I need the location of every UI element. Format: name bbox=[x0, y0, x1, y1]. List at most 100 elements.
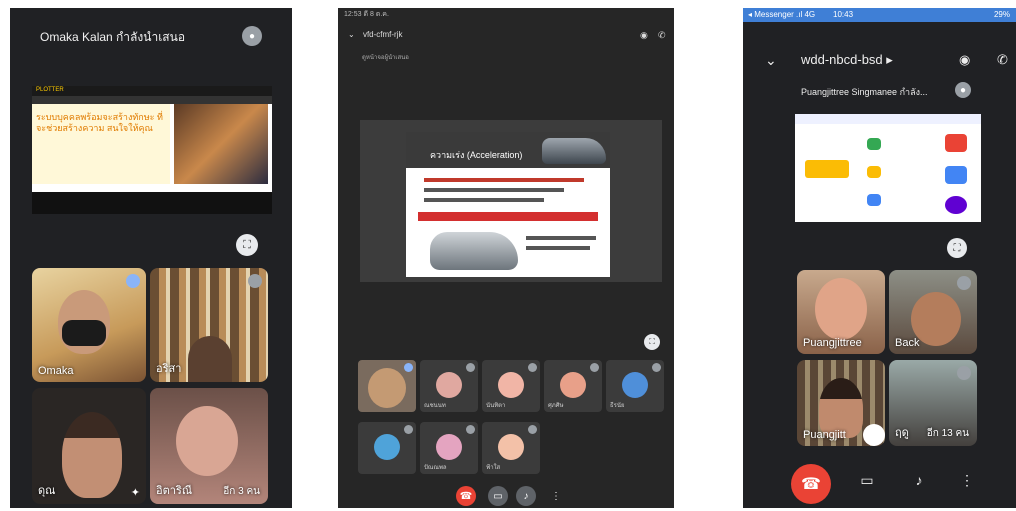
mic-button[interactable]: ♪ bbox=[516, 486, 536, 506]
mic-icon[interactable]: ♪ bbox=[907, 472, 931, 488]
mic-off-icon bbox=[957, 276, 971, 290]
self-view-avatar[interactable] bbox=[863, 424, 885, 446]
slide-highlight bbox=[418, 212, 598, 221]
status-left[interactable]: ◂ Messenger .ıl 4G bbox=[748, 10, 815, 19]
presenter-avatar: ● bbox=[955, 82, 971, 98]
expand-glyph: ⛶ bbox=[649, 337, 655, 346]
presenter-avatar: ● bbox=[242, 26, 262, 46]
status-bar: 12:53 ดี 8 ต.ค. bbox=[344, 11, 389, 18]
mask bbox=[62, 320, 106, 346]
presentation-slide: ความเร่ง (Acceleration) bbox=[406, 132, 610, 277]
site-nav bbox=[32, 96, 272, 104]
participant-name: ปัณณพล bbox=[424, 465, 447, 471]
video-button[interactable]: ▭ bbox=[488, 486, 508, 506]
screen-share[interactable] bbox=[795, 114, 981, 222]
car-image bbox=[542, 138, 606, 164]
speaker-icon[interactable]: ✆ bbox=[658, 30, 666, 41]
participant-tile[interactable]: ศุภศิษ bbox=[544, 360, 602, 412]
presenter-label: Omaka Kalan กำลังนำเสนอ bbox=[40, 30, 186, 44]
more-participants[interactable]: อีก 13 คน bbox=[927, 426, 969, 441]
camera-switch-icon[interactable]: ◉ bbox=[959, 52, 970, 68]
meet-screenshot-2: 12:53 ดี 8 ต.ค. ⌄ vfd-cfmf-rjk ◉ ✆ ดูหน้… bbox=[338, 8, 674, 508]
screen-share[interactable]: PLOTTER ระบบบุคคลพร้อมจะสร้างทักษะ ที่จะ… bbox=[32, 86, 272, 214]
meeting-code: vfd-cfmf-rjk bbox=[362, 30, 403, 39]
presenter-label: Puangjittree Singmanee กำลัง... bbox=[801, 87, 928, 97]
face bbox=[62, 412, 122, 498]
more-vert-icon[interactable]: ⋮ bbox=[955, 472, 979, 489]
more-participants[interactable]: อีก 3 คน bbox=[223, 484, 260, 499]
expand-icon[interactable]: ⛶ bbox=[947, 238, 967, 258]
mic-icon: ♪ bbox=[523, 490, 529, 502]
participant-avatar bbox=[622, 372, 648, 398]
participant-tile[interactable]: ธีรนัย bbox=[606, 360, 664, 412]
hangup-button[interactable]: ☎ bbox=[456, 486, 476, 506]
more-vert-icon: ⋮ bbox=[551, 490, 561, 502]
participant-avatar bbox=[374, 434, 400, 460]
expand-glyph: ⛶ bbox=[243, 238, 251, 251]
participant-tile[interactable] bbox=[358, 360, 416, 412]
participant-name: นันทิตา bbox=[486, 403, 506, 409]
presentation-label: ดูหน้าจอผู้นำเสนอ bbox=[362, 55, 409, 61]
participant-avatar bbox=[436, 372, 462, 398]
mic-off-icon bbox=[404, 425, 413, 434]
call-controls: ☎ ▭ ♪ ⋮ bbox=[743, 460, 1016, 508]
participant-tile[interactable]: นันทิตา bbox=[482, 360, 540, 412]
docs-icon bbox=[945, 166, 967, 184]
mic-off-icon bbox=[528, 425, 537, 434]
participant-tile[interactable]: อริสา bbox=[150, 268, 268, 382]
screen-share[interactable]: ความเร่ง (Acceleration) bbox=[360, 120, 662, 282]
participant-tile[interactable]: Puangjittree bbox=[797, 270, 885, 354]
speaking-icon bbox=[404, 363, 413, 372]
mic-off-icon bbox=[528, 363, 537, 372]
participant-tile[interactable]: ฤดู อีก 13 คน bbox=[889, 360, 977, 446]
participant-tile[interactable]: อิตาริณี อีก 3 คน bbox=[150, 388, 268, 504]
participant-tile[interactable] bbox=[358, 422, 416, 474]
participant-tile[interactable]: Omaka bbox=[32, 268, 146, 382]
participant-name: อริสา bbox=[156, 363, 182, 375]
slide-item bbox=[867, 194, 881, 206]
status-battery: 29% bbox=[993, 10, 1010, 19]
slide-item bbox=[867, 166, 881, 178]
camera-switch-icon[interactable]: ◉ bbox=[640, 30, 648, 41]
slide-text-line bbox=[424, 198, 544, 202]
participant-avatar bbox=[498, 434, 524, 460]
participant-tile[interactable]: ปัณณพล bbox=[420, 422, 478, 474]
participant-name: ฟ้าใส bbox=[486, 465, 501, 471]
status-time: 10:43 bbox=[833, 10, 854, 19]
participant-video bbox=[368, 368, 406, 408]
face bbox=[176, 406, 238, 476]
gmail-icon bbox=[945, 134, 967, 152]
meeting-code[interactable]: wdd-nbcd-bsd ▸ bbox=[801, 52, 893, 68]
participant-name: อิตาริณี bbox=[156, 485, 193, 497]
hero-text: ระบบบุคคลพร้อมจะสร้างทักษะ ที่จะช่วยสร้า… bbox=[36, 112, 163, 133]
car-image bbox=[430, 232, 518, 270]
expand-icon[interactable]: ⛶ bbox=[644, 334, 660, 350]
slide-graphic bbox=[805, 160, 849, 178]
expand-icon[interactable]: ⛶ bbox=[236, 234, 258, 256]
mic-off-icon bbox=[466, 363, 475, 372]
participant-name: ดุณ bbox=[38, 485, 56, 497]
participant-tile[interactable]: ดุณ ✦ bbox=[32, 388, 146, 504]
meet-screenshot-1: Omaka Kalan กำลังนำเสนอ ● PLOTTER ระบบบุ… bbox=[10, 8, 292, 508]
participant-tile[interactable]: ณชนนท bbox=[420, 360, 478, 412]
video-icon[interactable]: ▭ bbox=[855, 472, 879, 489]
participant-tile[interactable]: Back bbox=[889, 270, 977, 354]
effects-icon[interactable]: ✦ bbox=[131, 486, 140, 499]
mic-off-icon bbox=[652, 363, 661, 372]
hangup-icon: ☎ bbox=[801, 476, 821, 493]
speaking-icon bbox=[126, 274, 140, 288]
chevron-down-icon[interactable]: ⌄ bbox=[765, 52, 777, 69]
slide-text-line bbox=[526, 236, 596, 240]
slide-text-line bbox=[424, 178, 584, 182]
meeting-title[interactable]: ⌄ vfd-cfmf-rjk bbox=[348, 30, 403, 39]
hangup-button[interactable]: ☎ bbox=[791, 464, 831, 504]
chevron-down-icon[interactable]: ⌄ bbox=[348, 30, 355, 39]
participant-tile[interactable]: ฟ้าใส bbox=[482, 422, 540, 474]
call-controls: ☎ ▭ ♪ ⋮ bbox=[338, 486, 674, 508]
participant-name: Omaka bbox=[38, 365, 74, 377]
participant-avatar bbox=[498, 372, 524, 398]
face bbox=[815, 278, 867, 340]
speaker-icon[interactable]: ✆ bbox=[997, 52, 1008, 68]
hero-banner: ระบบบุคคลพร้อมจะสร้างทักษะ ที่จะช่วยสร้า… bbox=[32, 104, 170, 184]
more-options-button[interactable]: ⋮ bbox=[546, 486, 566, 506]
